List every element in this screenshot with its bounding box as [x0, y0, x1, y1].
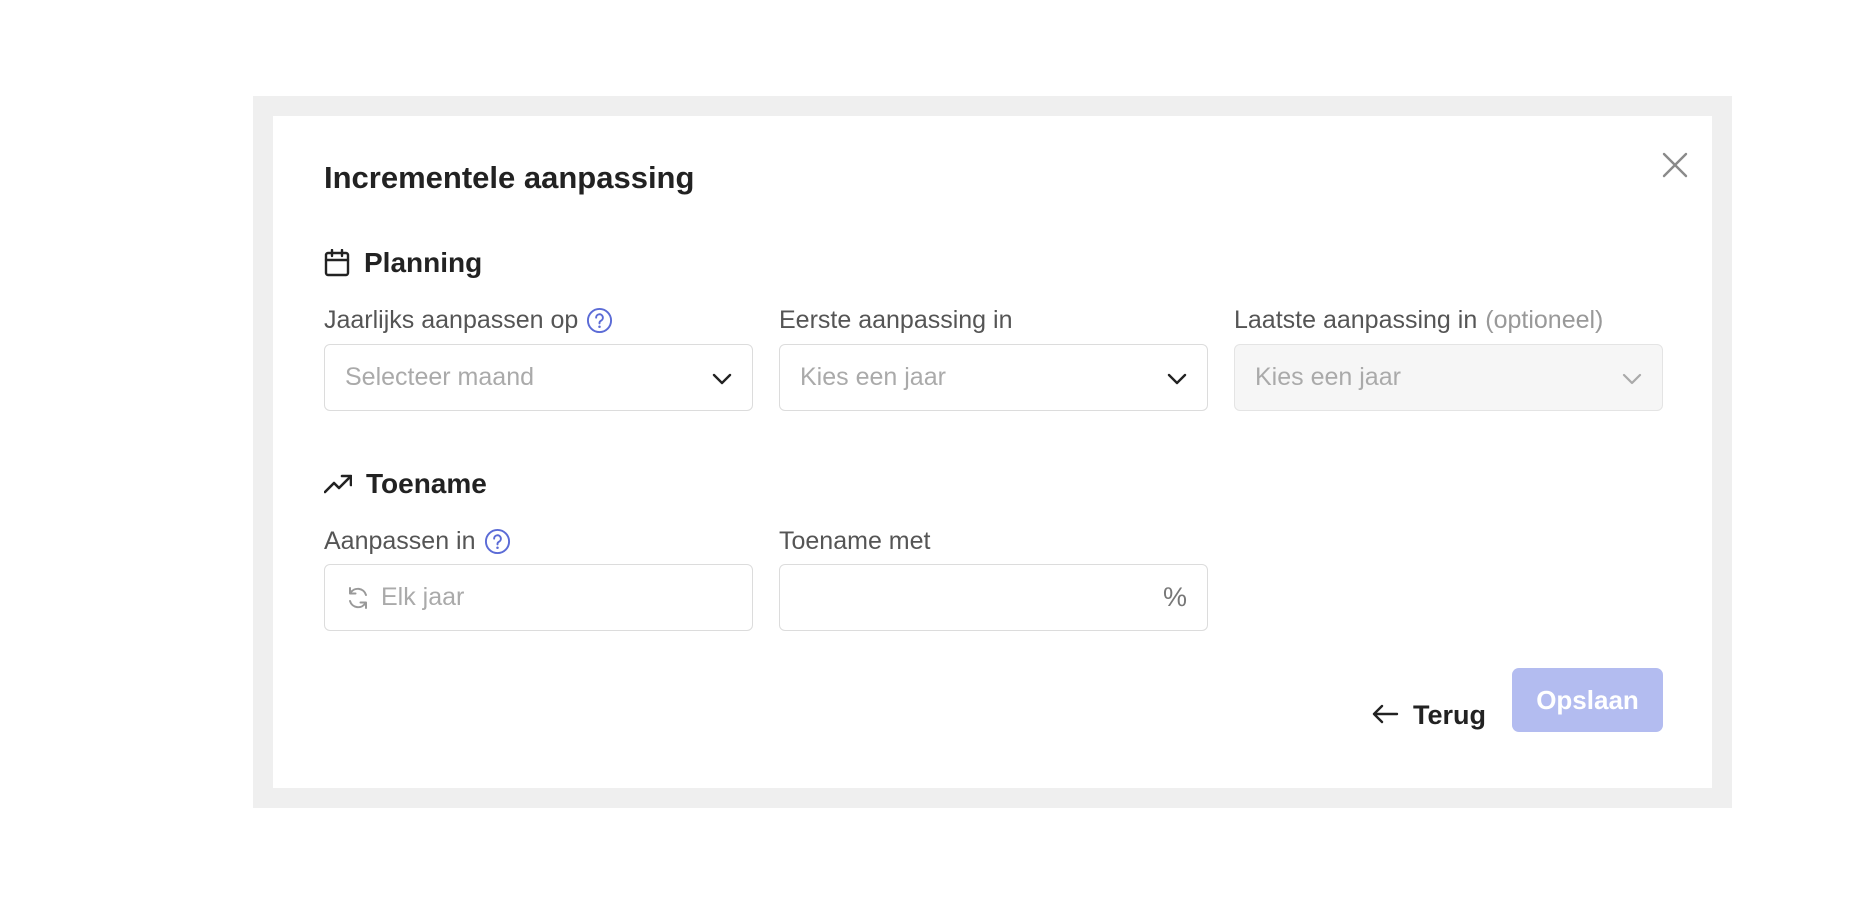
last-adjustment-label: Laatste aanpassing in (optioneel) — [1234, 306, 1604, 334]
first-adjustment-label: Eerste aanpassing in — [779, 306, 1013, 334]
save-button[interactable]: Opslaan — [1512, 668, 1663, 732]
close-icon — [1662, 152, 1688, 183]
adjust-in-label: Aanpassen in — [324, 527, 511, 556]
close-button[interactable] — [1653, 145, 1697, 189]
refresh-icon — [345, 585, 371, 611]
trending-up-icon — [324, 473, 352, 495]
back-button[interactable]: Terug — [1363, 682, 1494, 748]
annual-adjust-month-label: Jaarlijks aanpassen op — [324, 306, 613, 335]
toename-heading-text: Toename — [366, 468, 487, 499]
toename-section-heading: Toename — [324, 468, 487, 500]
question-circle-icon[interactable] — [586, 307, 613, 334]
chevron-down-icon — [712, 363, 732, 392]
arrow-left-icon — [1371, 700, 1399, 731]
chevron-down-icon — [1167, 363, 1187, 392]
percent-suffix: % — [1162, 582, 1187, 612]
question-circle-icon[interactable] — [484, 528, 511, 555]
planning-heading-text: Planning — [364, 247, 483, 278]
chevron-down-icon — [1622, 363, 1642, 392]
incremental-adjustment-dialog: Incrementele aanpassing Planning Jaarlij… — [273, 116, 1712, 788]
increase-by-field[interactable]: % — [779, 564, 1208, 631]
increase-by-label: Toename met — [779, 527, 931, 555]
calendar-icon — [324, 249, 350, 277]
dialog-title: Incrementele aanpassing — [324, 160, 695, 195]
first-adjustment-year-select[interactable]: Kies een jaar — [779, 344, 1208, 411]
month-select[interactable]: Selecteer maand — [324, 344, 753, 411]
last-adjustment-year-select[interactable]: Kies een jaar — [1234, 344, 1663, 411]
adjust-in-field[interactable]: Elk jaar — [324, 564, 753, 631]
planning-section-heading: Planning — [324, 247, 482, 279]
